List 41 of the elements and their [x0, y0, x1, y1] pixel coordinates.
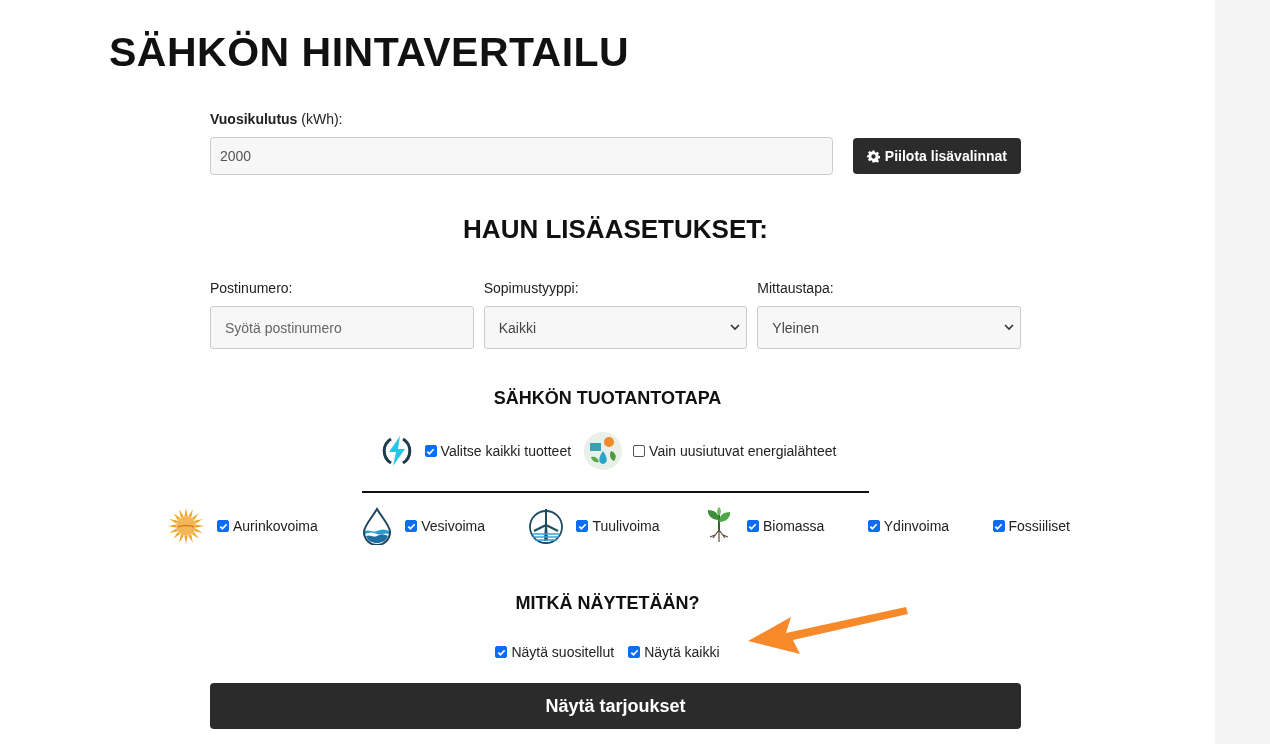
checkbox-label: Vain uusiutuvat energialähteet — [649, 443, 837, 459]
checkbox[interactable] — [217, 520, 229, 532]
sun-icon — [167, 507, 205, 545]
field-label: Sopimustyyppi: — [483, 279, 580, 297]
checkbox[interactable] — [633, 445, 646, 457]
postal-code-field[interactable]: Syötä postinumero — [210, 306, 474, 349]
checkbox[interactable] — [424, 445, 437, 457]
checkbox-label: Biomassa — [762, 518, 825, 534]
dropdown[interactable]: Kaikki — [483, 306, 748, 349]
chevron-icon — [730, 324, 741, 331]
show-offers-button[interactable]: Näytä tarjoukset — [210, 683, 1021, 729]
checkbox[interactable] — [746, 520, 759, 532]
checkbox[interactable] — [867, 520, 880, 532]
checkbox-label: Näytä suositellut — [511, 644, 615, 660]
toggle-options-button[interactable]: Piilota lisävalinnat — [852, 138, 1021, 174]
checkbox-label: Aurinkovoima — [233, 518, 318, 534]
checkbox[interactable] — [405, 520, 418, 532]
consumption-input[interactable]: 2000 — [210, 137, 833, 175]
field-label: Vuosikulutus (kWh): — [210, 110, 344, 128]
renewable-energy-icon — [583, 431, 624, 471]
settings-icon — [866, 149, 880, 163]
dropdown[interactable]: Yleinen — [757, 306, 1021, 349]
checkbox-label: Ydinvoima — [883, 518, 950, 534]
section-heading: SÄHKÖN TUOTANTOTAPA — [492, 387, 723, 409]
checkbox[interactable] — [628, 646, 641, 658]
page-title: SÄHKÖN HINTAVERTAILU — [108, 28, 631, 74]
wind-turbine-icon — [528, 507, 565, 545]
checkbox[interactable] — [495, 646, 508, 658]
chevron-icon — [1004, 324, 1014, 331]
checkbox-label: Vesivoima — [421, 518, 485, 534]
checkbox-label: Tuulivoima — [592, 518, 660, 534]
water-drop-icon — [361, 507, 394, 545]
field-label: Mittaustapa: — [757, 279, 835, 297]
checkbox[interactable] — [992, 520, 1005, 532]
checkbox-label: Valitse kaikki tuotteet — [440, 443, 572, 459]
section-heading: MITKÄ NÄYTETÄÄN? — [514, 592, 701, 614]
section-heading: HAUN LISÄASETUKSET: — [462, 214, 769, 244]
checkbox[interactable] — [576, 520, 589, 532]
checkbox-label: Fossiiliset — [1008, 518, 1070, 534]
checkbox-label: Näytä kaikki — [644, 644, 720, 660]
field-label: Postinumero: — [210, 279, 294, 297]
